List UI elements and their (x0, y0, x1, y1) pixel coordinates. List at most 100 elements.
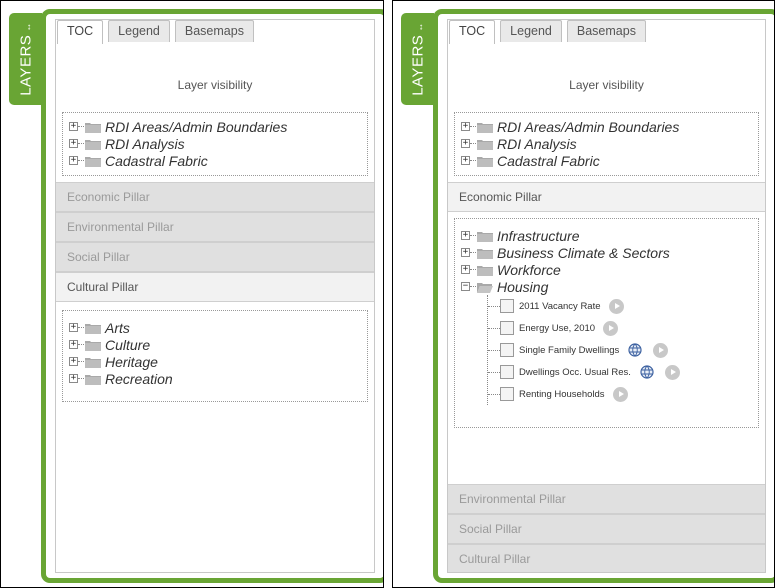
tree-node[interactable]: + Cadastral Fabric (461, 152, 758, 169)
layer-checkbox[interactable] (500, 299, 514, 313)
layer-checkbox[interactable] (500, 365, 514, 379)
expand-icon[interactable]: + (69, 156, 78, 165)
economic-pillar-header[interactable]: Economic Pillar (56, 182, 374, 212)
left-panel-screenshot: LAYERS ↔ TOC Legend Basemaps Layer visibi… (0, 0, 384, 588)
expand-icon[interactable]: + (69, 340, 78, 349)
layers-panel-frame: TOC Legend Basemaps Layer visibility + R… (41, 9, 383, 583)
layers-toggle-tab[interactable]: LAYERS ↔ (9, 13, 42, 105)
expand-icon[interactable]: + (69, 357, 78, 366)
environmental-pillar-header[interactable]: Environmental Pillar (56, 212, 374, 242)
expand-arrows-icon: ↔ (22, 22, 32, 32)
panel-tabs: TOC Legend Basemaps (57, 20, 259, 46)
tree-node[interactable]: + RDI Areas/Admin Boundaries (461, 118, 758, 135)
folder-icon (85, 339, 101, 351)
panel-tabs: TOC Legend Basemaps (449, 20, 651, 46)
expand-icon[interactable]: + (461, 248, 470, 257)
layer-group-label: Cadastral Fabric (497, 152, 600, 169)
layer-visibility-title: Layer visibility (569, 78, 644, 92)
expand-icon[interactable]: + (69, 139, 78, 148)
folder-icon (85, 121, 101, 133)
layer-visibility-title: Layer visibility (177, 78, 253, 92)
tab-basemaps[interactable]: Basemaps (566, 20, 646, 42)
housing-layer-list: 2011 Vacancy Rate Energy Use, 2010 Singl… (487, 295, 758, 405)
expand-icon[interactable]: + (461, 156, 470, 165)
tree-node[interactable]: + Workforce (461, 261, 758, 278)
tab-basemaps[interactable]: Basemaps (174, 20, 254, 42)
social-pillar-header[interactable]: Social Pillar (448, 514, 765, 544)
expand-icon[interactable]: + (461, 265, 470, 274)
tab-toc[interactable]: TOC (57, 20, 104, 44)
layer-group-label: RDI Areas/Admin Boundaries (497, 118, 680, 135)
layer-group-label: Culture (105, 336, 151, 353)
expand-icon[interactable]: + (461, 139, 470, 148)
folder-icon (477, 155, 493, 167)
folder-icon (85, 356, 101, 368)
layer-item: Renting Households (488, 383, 758, 405)
layers-tab-label: LAYERS (409, 34, 426, 96)
layer-checkbox[interactable] (500, 343, 514, 357)
folder-icon (85, 155, 101, 167)
tree-node[interactable]: + RDI Analysis (69, 135, 367, 152)
tree-node[interactable]: + Arts (69, 319, 367, 336)
layer-group-label: Workforce (497, 261, 561, 278)
tree-node-expanded[interactable]: − Housing (461, 278, 758, 295)
tree-node[interactable]: + RDI Analysis (461, 135, 758, 152)
layers-panel: TOC Legend Basemaps Layer visibility + R… (447, 19, 766, 573)
layer-label: Renting Households (519, 388, 605, 400)
cultural-pillar-header[interactable]: Cultural Pillar (56, 272, 374, 302)
folder-icon (85, 138, 101, 150)
play-icon[interactable] (603, 320, 619, 336)
layers-toggle-tab[interactable]: LAYERS ↔ (401, 13, 434, 105)
cultural-pillar-header[interactable]: Cultural Pillar (448, 544, 765, 572)
tab-legend[interactable]: Legend (500, 20, 562, 42)
expand-icon[interactable]: + (461, 231, 470, 240)
economic-pillar-header[interactable]: Economic Pillar (448, 182, 765, 212)
collapse-icon[interactable]: − (461, 282, 470, 291)
right-panel-screenshot: LAYERS ↔ TOC Legend Basemaps Layer visibi… (392, 0, 775, 588)
layers-tab-label: LAYERS (17, 34, 34, 96)
layer-checkbox[interactable] (500, 387, 514, 401)
open-folder-icon (477, 281, 493, 293)
social-pillar-header[interactable]: Social Pillar (56, 242, 374, 272)
scale-dependency-icon (639, 364, 655, 380)
play-icon[interactable] (608, 298, 624, 314)
tree-node[interactable]: + RDI Areas/Admin Boundaries (69, 118, 367, 135)
tree-node[interactable]: + Culture (69, 336, 367, 353)
folder-icon (477, 138, 493, 150)
layer-checkbox[interactable] (500, 321, 514, 335)
scale-dependency-icon (627, 342, 643, 358)
expand-icon[interactable]: + (69, 374, 78, 383)
expand-icon[interactable]: + (69, 323, 78, 332)
layer-group-label: Housing (497, 278, 549, 295)
tab-toc[interactable]: TOC (449, 20, 496, 44)
top-layer-tree: + RDI Areas/Admin Boundaries + RDI Analy… (454, 112, 759, 176)
layer-group-label: RDI Analysis (497, 135, 577, 152)
tab-legend[interactable]: Legend (108, 20, 170, 42)
expand-icon[interactable]: + (69, 122, 78, 131)
layer-group-label: Business Climate & Sectors (497, 244, 670, 261)
layer-group-label: RDI Areas/Admin Boundaries (105, 118, 288, 135)
folder-icon (85, 373, 101, 385)
layers-panel-frame: TOC Legend Basemaps Layer visibility + R… (433, 9, 774, 583)
layer-item: Single Family Dwellings (488, 339, 758, 361)
tree-node[interactable]: + Business Climate & Sectors (461, 244, 758, 261)
folder-icon (477, 247, 493, 259)
tree-node[interactable]: + Infrastructure (461, 227, 758, 244)
layer-group-label: RDI Analysis (105, 135, 185, 152)
layer-group-label: Heritage (105, 353, 158, 370)
play-icon[interactable] (612, 386, 628, 402)
layer-group-label: Infrastructure (497, 227, 580, 244)
tree-node[interactable]: + Heritage (69, 353, 367, 370)
environmental-pillar-header[interactable]: Environmental Pillar (448, 484, 765, 514)
layer-item: 2011 Vacancy Rate (488, 295, 758, 317)
play-icon[interactable] (664, 364, 680, 380)
layer-group-label: Arts (105, 319, 130, 336)
play-icon[interactable] (653, 342, 669, 358)
tree-node[interactable]: + Recreation (69, 370, 367, 387)
layer-label: Dwellings Occ. Usual Res. (519, 366, 631, 378)
folder-icon (85, 322, 101, 334)
expand-icon[interactable]: + (461, 122, 470, 131)
economic-layer-tree: + Infrastructure + Business Climate & Se… (454, 218, 759, 428)
tree-node[interactable]: + Cadastral Fabric (69, 152, 367, 169)
cultural-layer-tree: + Arts + Culture + Heritage + Recreation (62, 310, 368, 402)
